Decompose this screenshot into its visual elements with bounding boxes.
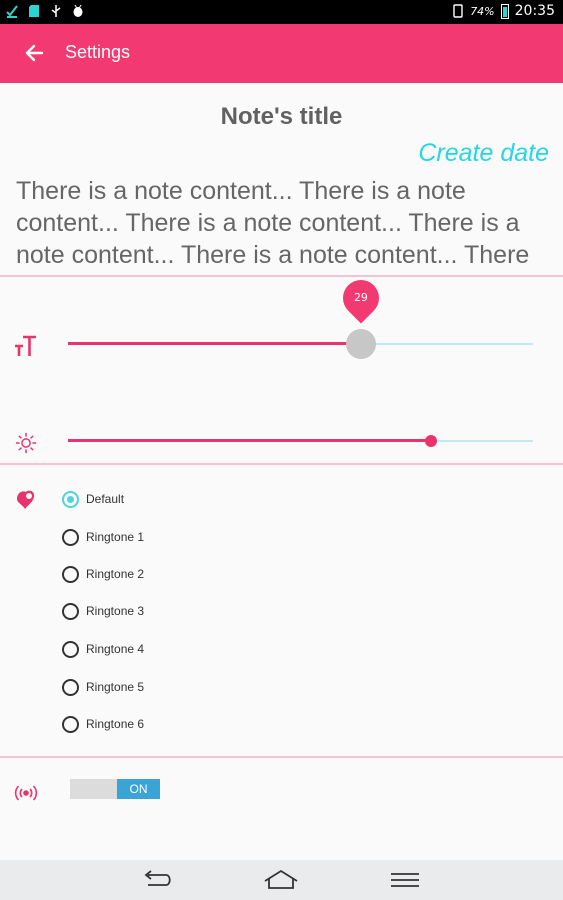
status-icons-left <box>6 4 84 18</box>
ringtone-option-label: Ringtone 6 <box>86 717 145 731</box>
app-bar-title: Settings <box>65 42 131 62</box>
radio-button[interactable] <box>62 565 79 583</box>
brightness-slider-thumb[interactable] <box>424 435 437 447</box>
ringtone-option[interactable]: Ringtone 5 <box>62 675 144 699</box>
brightness-icon <box>15 432 37 454</box>
ringtone-option[interactable]: Ringtone 2 <box>62 562 144 586</box>
app-bar: Settings <box>0 24 563 83</box>
create-date: Create date <box>418 139 549 167</box>
radio-button[interactable] <box>62 528 79 546</box>
ringtone-option[interactable]: Ringtone 3 <box>62 599 144 623</box>
home-nav-icon[interactable] <box>263 868 299 892</box>
brightness-slider-fill <box>68 439 431 442</box>
font-size-value-label: 29 <box>353 291 368 304</box>
radio-button[interactable] <box>62 678 79 696</box>
divider <box>0 756 563 758</box>
navigation-bar <box>0 860 563 900</box>
status-bar: 74% 20:35 <box>0 0 563 24</box>
text-size-icon <box>15 335 36 356</box>
note-preview: Note's title Create date There is a note… <box>0 83 563 275</box>
ringtone-option-label: Ringtone 4 <box>86 642 145 656</box>
back-nav-icon[interactable] <box>140 868 176 892</box>
note-title: Note's title <box>220 103 343 130</box>
ringtone-option-label: Ringtone 2 <box>86 567 145 581</box>
radio-button[interactable] <box>62 490 79 508</box>
battery-percent: 74% <box>470 4 495 18</box>
arrow-left-icon[interactable] <box>22 40 48 66</box>
ringtone-option[interactable]: Ringtone 4 <box>62 637 144 661</box>
divider <box>0 463 563 465</box>
ringtone-option-label: Ringtone 5 <box>86 680 145 694</box>
ringtone-option[interactable]: Ringtone 6 <box>62 712 144 736</box>
usb-icon <box>51 5 61 17</box>
vibrate-icon <box>14 785 38 801</box>
bell-icon <box>17 490 35 509</box>
radio-button[interactable] <box>62 715 79 733</box>
sd-card-icon <box>29 5 39 17</box>
radio-button[interactable] <box>62 602 79 620</box>
font-size-slider-fill <box>68 342 361 345</box>
divider <box>0 275 563 277</box>
ringtone-option[interactable]: Default <box>62 487 124 511</box>
ringtone-option[interactable]: Ringtone 1 <box>62 525 144 549</box>
portrait-lock-icon <box>453 4 463 18</box>
font-size-slider-thumb[interactable] <box>345 329 376 359</box>
vibration-toggle[interactable]: ON <box>70 779 160 799</box>
status-icons-right: 74% 20:35 <box>452 3 555 19</box>
android-debug-icon <box>73 4 83 17</box>
clock: 20:35 <box>514 3 555 19</box>
check-icon <box>6 5 18 18</box>
note-content: There is a note content... There is a no… <box>16 177 530 275</box>
ringtone-option-label: Ringtone 3 <box>86 604 145 618</box>
battery-icon <box>500 3 509 19</box>
ringtone-option-label: Ringtone 1 <box>86 530 145 544</box>
ringtone-option-label: Default <box>86 492 125 506</box>
toggle-on-label: ON <box>117 779 160 799</box>
radio-button[interactable] <box>62 640 79 658</box>
menu-nav-icon[interactable] <box>387 868 423 892</box>
